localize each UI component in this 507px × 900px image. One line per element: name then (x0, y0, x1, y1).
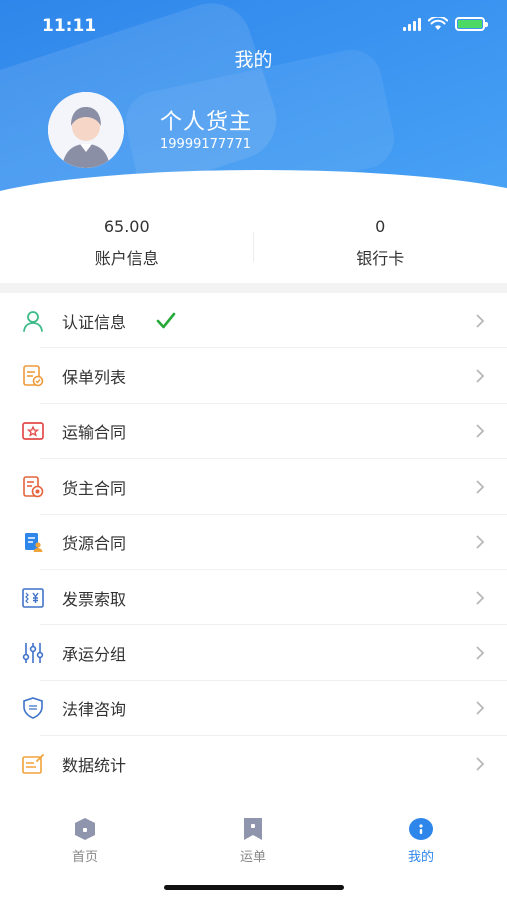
battery-icon (455, 17, 488, 31)
stat-value: 0 (375, 217, 386, 236)
waybill-icon (244, 818, 262, 840)
home-indicator (164, 885, 344, 890)
menu-item-carrier-group[interactable]: 承运分组 (0, 625, 507, 681)
menu-item-label: 保单列表 (62, 368, 127, 388)
invoice-icon (22, 587, 44, 608)
status-time: 11:11 (42, 16, 97, 36)
chevron-right-icon (476, 757, 485, 771)
section-gap (0, 283, 507, 293)
status-bar: 11:11 (0, 0, 507, 50)
transport-contract-icon (22, 422, 44, 441)
stat-label: 账户信息 (94, 249, 159, 268)
wifi-icon (428, 17, 448, 30)
carrier-group-icon (22, 643, 44, 664)
chevron-right-icon (476, 535, 485, 549)
home-icon (75, 818, 95, 840)
menu-item-legal-consult[interactable]: 法律咨询 (0, 681, 507, 737)
menu-item-label: 运输合同 (62, 423, 127, 443)
chevron-right-icon (476, 480, 485, 494)
menu-item-policy-list[interactable]: 保单列表 (0, 348, 507, 404)
signal-icon (403, 17, 421, 31)
menu-list: 认证信息 保单列表 运输合同 货主合同 货源合同 发票索取 承运分组 法律咨询 … (0, 293, 507, 792)
profile-icon (409, 818, 433, 840)
chevron-right-icon (476, 646, 485, 660)
profile-name: 个人货主 (160, 110, 253, 135)
stat-divider (253, 232, 254, 262)
profile-phone: 19999177771 (160, 137, 251, 152)
menu-item-label: 发票索取 (62, 589, 127, 609)
statistics-icon (22, 753, 44, 774)
stat-label: 银行卡 (356, 249, 405, 268)
status-icons (403, 17, 488, 31)
policy-list-icon (23, 365, 44, 387)
menu-item-label: 认证信息 (62, 312, 127, 332)
tab-label: 首页 (71, 850, 98, 865)
menu-item-transport-contract[interactable]: 运输合同 (0, 404, 507, 460)
chevron-right-icon (476, 424, 485, 439)
legal-shield-icon (23, 697, 43, 720)
avatar-illustration (48, 92, 124, 168)
menu-item-label: 数据统计 (62, 755, 127, 775)
menu-item-label: 承运分组 (62, 645, 127, 665)
stat-account-info[interactable]: 65.00 账户信息 (0, 205, 254, 283)
user-icon (23, 310, 43, 332)
menu-item-statistics[interactable]: 数据统计 (0, 736, 507, 791)
menu-item-verification[interactable]: 认证信息 (0, 293, 507, 349)
shipper-contract-icon (23, 476, 44, 498)
menu-item-label: 货源合同 (62, 534, 127, 554)
page-title: 我的 (234, 49, 273, 71)
tab-label: 我的 (407, 850, 434, 865)
tab-label: 运单 (239, 850, 266, 865)
menu-item-label: 法律咨询 (62, 700, 127, 720)
menu-item-invoice[interactable]: 发票索取 (0, 570, 507, 626)
tab-home[interactable]: 首页 (35, 815, 135, 865)
tab-profile[interactable]: 我的 (371, 815, 471, 865)
tab-waybill[interactable]: 运单 (203, 815, 303, 865)
menu-item-shipper-contract[interactable]: 货主合同 (0, 459, 507, 515)
chevron-right-icon (476, 701, 485, 716)
chevron-right-icon (476, 591, 485, 605)
stat-value: 65.00 (103, 217, 150, 236)
verified-check-icon (156, 312, 176, 328)
avatar[interactable] (48, 92, 124, 168)
chevron-right-icon (476, 314, 485, 328)
source-contract-icon (25, 533, 43, 553)
menu-item-label: 货主合同 (62, 478, 127, 498)
chevron-right-icon (476, 369, 485, 383)
stat-bank-card[interactable]: 0 银行卡 (254, 205, 507, 283)
menu-item-source-contract[interactable]: 货源合同 (0, 515, 507, 570)
